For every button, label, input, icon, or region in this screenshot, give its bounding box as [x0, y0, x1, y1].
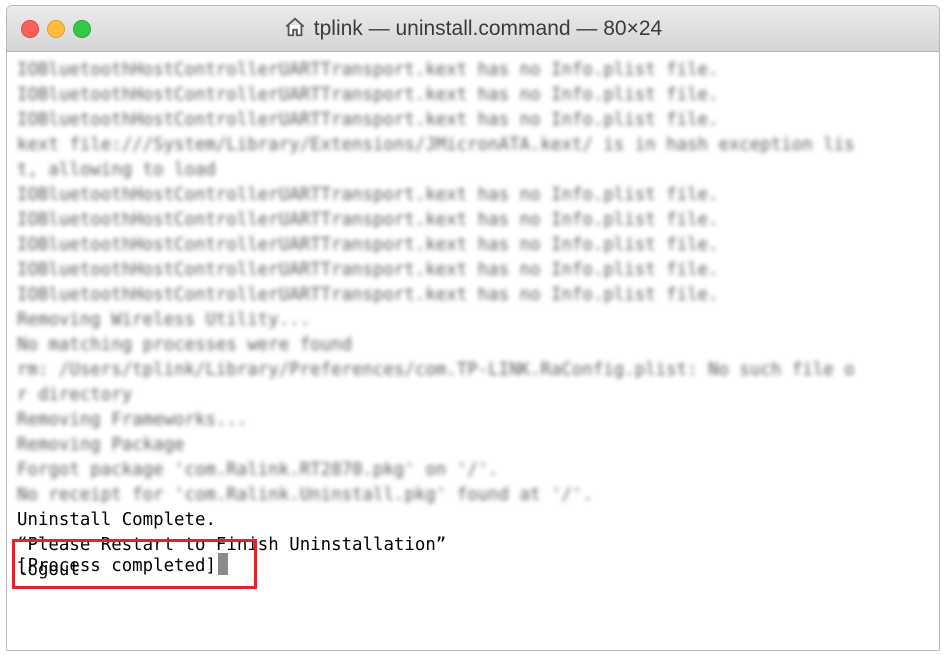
terminal-line: IOBluetoothHostControllerUARTTransport.k…: [17, 60, 719, 80]
terminal-line: Removing Package: [17, 435, 185, 455]
process-status-line: [Process completed]: [17, 553, 228, 578]
terminal-line: IOBluetoothHostControllerUARTTransport.k…: [17, 260, 719, 280]
terminal-line: No receipt for 'com.Ralink.Uninstall.pkg…: [17, 485, 593, 505]
terminal-window: tplink — uninstall.command — 80×24 IOBlu…: [6, 5, 940, 651]
terminal-line: kext file:///System/Library/Extensions/J…: [17, 135, 855, 155]
terminal-line: IOBluetoothHostControllerUARTTransport.k…: [17, 285, 719, 305]
title-bar[interactable]: tplink — uninstall.command — 80×24: [7, 6, 939, 52]
process-status-text: [Process completed]: [17, 556, 216, 576]
text-cursor: [217, 553, 228, 575]
uninstall-complete-line: Uninstall Complete.: [17, 510, 216, 530]
terminal-line: IOBluetoothHostControllerUARTTransport.k…: [17, 185, 719, 205]
terminal-line: IOBluetoothHostControllerUARTTransport.k…: [17, 85, 719, 105]
window-title-container: tplink — uninstall.command — 80×24: [7, 6, 939, 52]
terminal-line: Removing Frameworks...: [17, 410, 248, 430]
terminal-line: IOBluetoothHostControllerUARTTransport.k…: [17, 235, 719, 255]
terminal-line: Forgot package 'com.Ralink.RT2870.pkg' o…: [17, 460, 499, 480]
window-title: tplink — uninstall.command — 80×24: [313, 17, 663, 40]
terminal-line: t, allowing to load: [17, 160, 216, 180]
terminal-line: IOBluetoothHostControllerUARTTransport.k…: [17, 210, 719, 230]
terminal-line: IOBluetoothHostControllerUARTTransport.k…: [17, 110, 719, 130]
home-folder-icon: [285, 17, 305, 37]
terminal-line: r directory: [17, 385, 133, 405]
terminal-line: No matching processes were found: [17, 335, 353, 355]
terminal-line: Removing Wireless Utility...: [17, 310, 311, 330]
terminal-line: rm: /Users/tplink/Library/Preferences/co…: [17, 360, 855, 380]
